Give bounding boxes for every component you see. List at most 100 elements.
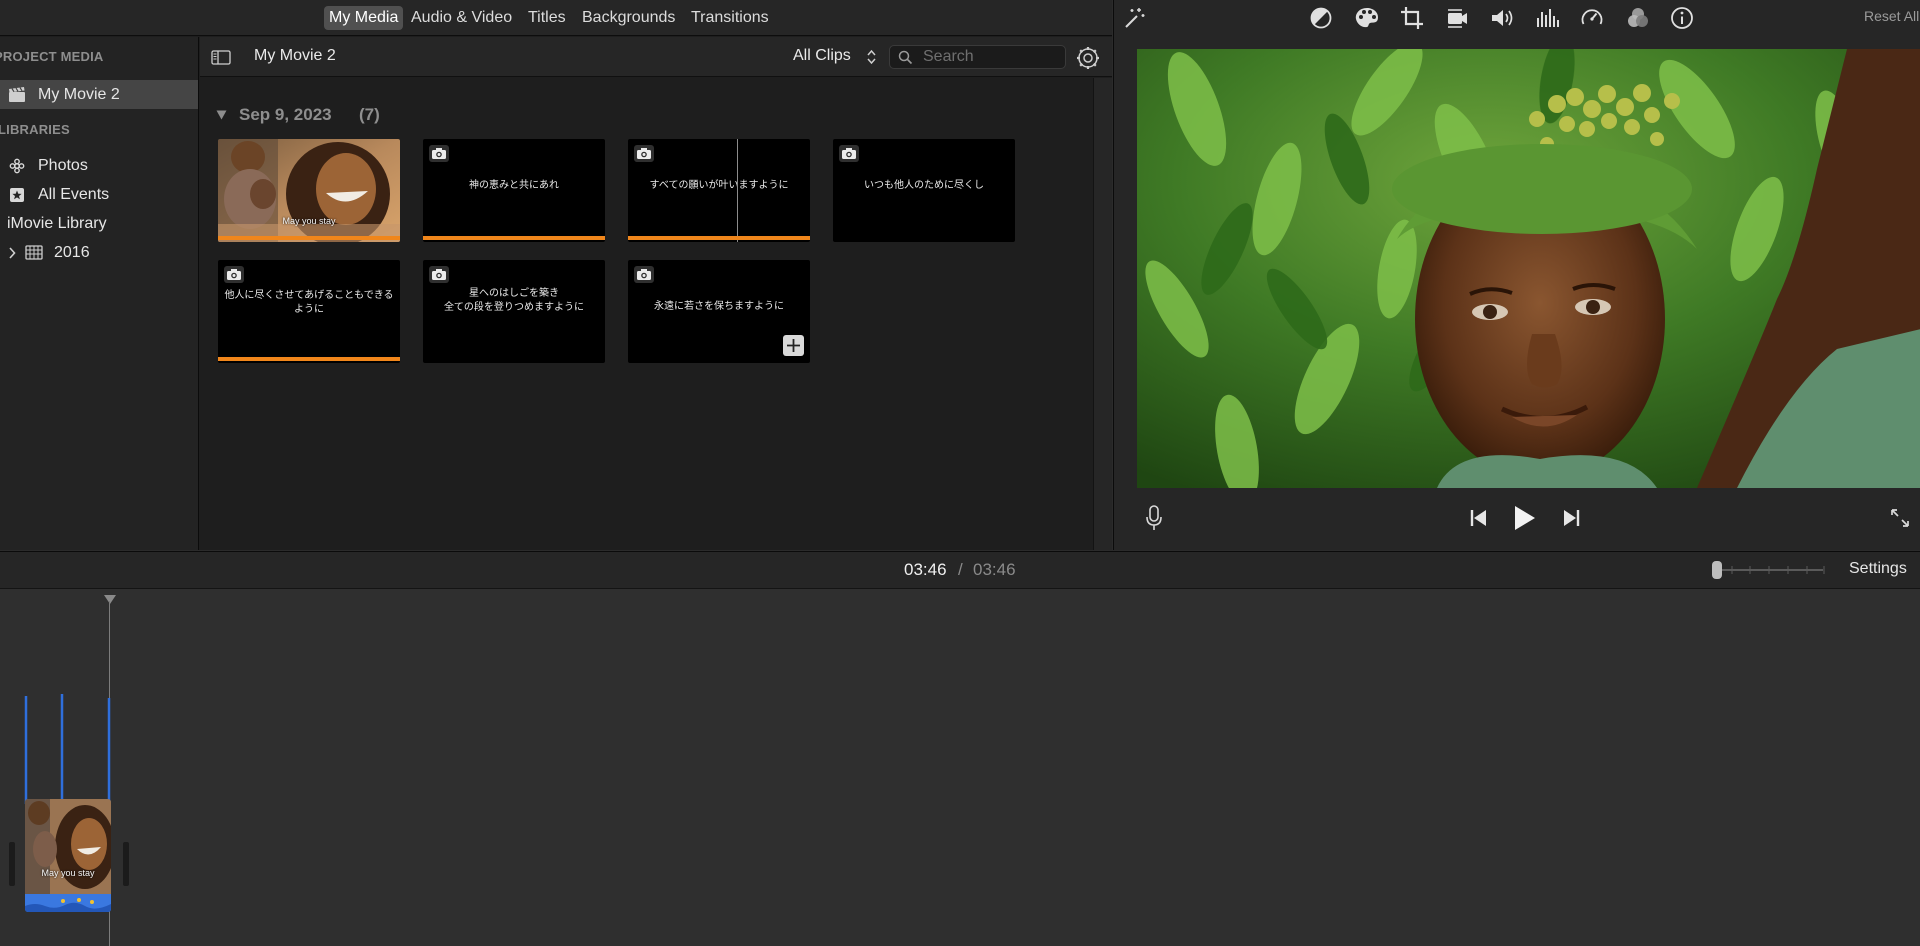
viewer-panel: Reset All bbox=[1113, 0, 1920, 550]
clip-title-text: すべての願いが叶いますように bbox=[649, 180, 789, 191]
timeline-clip-audio bbox=[25, 894, 111, 912]
sidebar-item-year[interactable]: 2016 bbox=[0, 238, 198, 267]
sidebar-item-label: All Events bbox=[38, 186, 110, 203]
zoom-slider-thumb[interactable] bbox=[1712, 561, 1722, 579]
chevron-right-icon[interactable] bbox=[8, 247, 16, 259]
clip-count: (7) bbox=[359, 105, 380, 124]
tab-transitions[interactable]: Transitions bbox=[686, 6, 774, 30]
content-header: My Movie 2 All Clips Search bbox=[200, 37, 1112, 77]
timeline-clip[interactable]: May you stay bbox=[25, 799, 111, 912]
camera-icon bbox=[839, 145, 859, 162]
project-timeline: May you stay bbox=[0, 589, 1920, 946]
camera-icon bbox=[429, 145, 449, 162]
clip-trim-handle-right[interactable] bbox=[123, 842, 129, 886]
camera-icon bbox=[634, 145, 654, 162]
clip-filter-icon[interactable] bbox=[1625, 6, 1651, 30]
camera-icon bbox=[429, 266, 449, 283]
search-placeholder: Search bbox=[923, 48, 974, 65]
timeline-clip-thumbnail bbox=[25, 799, 111, 894]
fullscreen-icon[interactable] bbox=[1889, 507, 1911, 529]
used-indicator-bar bbox=[423, 236, 605, 240]
adjustments-toolbar: Reset All bbox=[1114, 0, 1920, 36]
magic-wand-icon[interactable] bbox=[1122, 6, 1146, 30]
media-tab-bar: My Media Audio & Video Titles Background… bbox=[0, 0, 1112, 36]
sidebar-item-imovie-library[interactable]: iMovie Library bbox=[0, 209, 198, 238]
chevron-updown-icon[interactable] bbox=[867, 49, 876, 65]
microphone-icon[interactable] bbox=[1145, 505, 1163, 531]
stabilization-icon[interactable] bbox=[1445, 6, 1469, 30]
reset-all-button[interactable]: Reset All bbox=[1864, 8, 1919, 24]
tab-backgrounds[interactable]: Backgrounds bbox=[577, 6, 680, 30]
clip-thumbnail[interactable]: すべての願いが叶いますように bbox=[628, 139, 810, 242]
tab-titles[interactable]: Titles bbox=[523, 6, 571, 30]
media-browser: My Media Audio & Video Titles Background… bbox=[0, 0, 1112, 550]
playhead-marker[interactable] bbox=[103, 594, 117, 606]
used-indicator-bar bbox=[218, 357, 400, 361]
zoom-slider-ticks bbox=[1731, 566, 1825, 574]
info-icon[interactable] bbox=[1670, 6, 1694, 30]
clip-title-text: 星へのはしごを築き 全ての段を登りつめますように bbox=[443, 288, 585, 313]
clip-thumbnail[interactable]: 星へのはしごを築き 全ての段を登りつめますように bbox=[423, 260, 605, 363]
clips-filter-dropdown[interactable]: All Clips bbox=[793, 47, 851, 65]
photos-flower-icon bbox=[8, 158, 26, 174]
skip-forward-icon[interactable] bbox=[1562, 509, 1580, 527]
clip-photo-image bbox=[218, 139, 400, 242]
search-icon bbox=[898, 50, 913, 65]
star-box-icon bbox=[8, 187, 26, 203]
video-preview bbox=[1137, 49, 1920, 488]
color-balance-icon[interactable] bbox=[1309, 6, 1333, 30]
clip-thumbnail[interactable]: いつも他人のために尽くし bbox=[833, 139, 1015, 242]
used-indicator-bar bbox=[218, 236, 400, 240]
camera-icon bbox=[634, 266, 654, 283]
libraries-sidebar: PROJECT MEDIA My Movie 2 LIBRARIES Photo… bbox=[0, 37, 199, 550]
sidebar-item-label: Photos bbox=[38, 157, 88, 174]
clip-thumbnail[interactable]: 他人に尽くさせてあげることもできる ように bbox=[218, 260, 400, 363]
gear-icon[interactable] bbox=[1076, 46, 1100, 70]
libraries-heading: LIBRARIES bbox=[0, 122, 70, 137]
color-palette-icon[interactable] bbox=[1354, 6, 1380, 30]
equalizer-icon[interactable] bbox=[1535, 6, 1559, 30]
clip-title-text: 神の恵みと共にあれ bbox=[469, 180, 559, 191]
plus-icon bbox=[787, 339, 800, 352]
play-button[interactable] bbox=[1513, 505, 1537, 531]
used-indicator-bar bbox=[628, 236, 810, 240]
sidebar-item-photos[interactable]: Photos bbox=[0, 151, 198, 180]
settings-button[interactable]: Settings bbox=[1849, 560, 1907, 578]
sidebar-toggle-icon[interactable] bbox=[211, 50, 231, 65]
clip-thumbnail[interactable]: 永遠に若さを保ちますように bbox=[628, 260, 810, 363]
content-scrollbar[interactable] bbox=[1093, 78, 1112, 550]
timeline-toolbar: 03:46 / 03:46 Settings bbox=[0, 551, 1920, 589]
audio-waveform bbox=[24, 694, 111, 804]
current-time: 03:46 bbox=[904, 560, 947, 579]
calendar-grid-icon bbox=[25, 245, 43, 260]
sidebar-item-my-movie[interactable]: My Movie 2 bbox=[0, 80, 198, 109]
speed-icon[interactable] bbox=[1580, 6, 1604, 30]
time-separator: / bbox=[958, 560, 963, 579]
clip-title-text: 永遠に若さを保ちますように bbox=[654, 301, 784, 312]
skimmer-line bbox=[737, 139, 738, 242]
clip-trim-handle-left[interactable] bbox=[9, 842, 15, 886]
total-time: 03:46 bbox=[973, 560, 1016, 579]
clip-browser: Sep 9, 2023 (7) May you stay 神の恵みと共にあれ す… bbox=[200, 78, 1093, 550]
clip-caption: May you stay bbox=[282, 216, 336, 226]
sidebar-item-label: 2016 bbox=[54, 244, 90, 261]
clip-thumbnail[interactable]: 神の恵みと共にあれ bbox=[423, 139, 605, 242]
zoom-slider[interactable] bbox=[1712, 559, 1827, 581]
crop-icon[interactable] bbox=[1400, 6, 1424, 30]
tab-audio-video[interactable]: Audio & Video bbox=[406, 6, 517, 30]
volume-icon[interactable] bbox=[1490, 6, 1516, 30]
clip-title-text: 他人に尽くさせてあげることもできる ように bbox=[224, 290, 394, 315]
search-field[interactable]: Search bbox=[889, 45, 1066, 69]
skip-back-icon[interactable] bbox=[1470, 509, 1488, 527]
add-to-timeline-button[interactable] bbox=[783, 335, 804, 356]
date-group-label: Sep 9, 2023 bbox=[239, 105, 332, 124]
tab-my-media[interactable]: My Media bbox=[324, 6, 404, 30]
sidebar-item-label: iMovie Library bbox=[7, 215, 107, 232]
camera-icon bbox=[224, 266, 244, 283]
timeline-clip-caption: May you stay bbox=[41, 868, 95, 878]
disclosure-triangle-icon[interactable] bbox=[216, 110, 227, 120]
project-title: My Movie 2 bbox=[254, 47, 336, 64]
sidebar-item-label: My Movie 2 bbox=[38, 86, 120, 103]
clip-thumbnail[interactable]: May you stay bbox=[218, 139, 400, 242]
sidebar-item-all-events[interactable]: All Events bbox=[0, 180, 198, 209]
